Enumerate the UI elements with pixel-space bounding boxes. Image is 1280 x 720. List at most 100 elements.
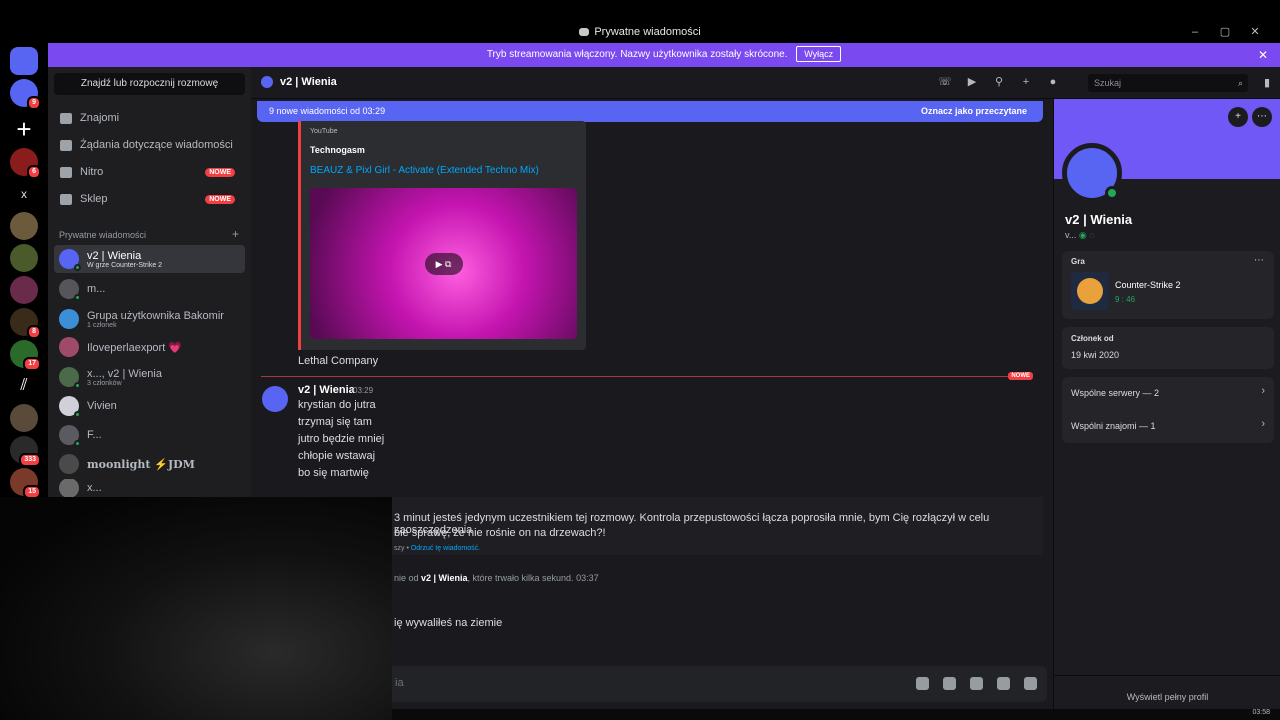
more-icon[interactable]: ⋯ xyxy=(1252,107,1272,127)
system-message-meta: szy • Odrzuć tę wiadomość. xyxy=(394,545,481,552)
profile-toggle-icon[interactable]: ● xyxy=(1046,76,1060,89)
server-icon[interactable]: ⫽ xyxy=(10,372,38,400)
close-banner-button[interactable]: ✕ xyxy=(1258,43,1268,67)
avatar[interactable] xyxy=(262,386,288,412)
home-button[interactable] xyxy=(10,47,38,75)
find-conversation-input[interactable]: Znajdź lub rozpocznij rozmowę xyxy=(54,73,245,95)
profile-name: v2 | Wienia xyxy=(1065,212,1133,227)
member-since-label: Członek od xyxy=(1071,334,1114,343)
video-thumbnail[interactable]: ▶ ⧉ xyxy=(310,188,577,339)
emoji-icon[interactable] xyxy=(997,677,1010,690)
nav-nitro[interactable]: Nitro NOWE xyxy=(54,160,245,184)
view-full-profile-button[interactable]: Wyświetl pełny profil xyxy=(1054,692,1280,702)
message-text: bo się martwię xyxy=(298,467,369,479)
nitro-icon xyxy=(60,166,72,178)
add-friend-icon[interactable]: + xyxy=(1228,107,1248,127)
dm-item[interactable]: Grupa użytkownika Bakomir 1 członek xyxy=(54,305,245,333)
minimize-button[interactable]: – xyxy=(1180,22,1210,42)
dm-item[interactable]: m... xyxy=(54,275,245,303)
channel-header: v2 | Wienia ☏ ▶ ⚲ + ● Szukaj ⌕ ▮ xyxy=(251,67,1280,99)
badge-icon: ◉ ◌ xyxy=(1078,230,1095,240)
message-author[interactable]: v2 | Wienia xyxy=(298,384,355,396)
add-server-icon[interactable]: + xyxy=(10,115,38,143)
window-titlebar: Prywatne wiadomości – ▢ ✕ xyxy=(0,22,1280,42)
shop-icon xyxy=(60,193,72,205)
server-icon[interactable] xyxy=(10,276,38,304)
phone-icon[interactable]: ☏ xyxy=(938,76,952,89)
server-icon[interactable] xyxy=(10,244,38,272)
avatar xyxy=(59,249,81,271)
unread-badge: 333 xyxy=(19,453,41,467)
disable-streamer-mode-button[interactable]: Wyłącz xyxy=(796,46,842,62)
unread-badge: 9 xyxy=(27,96,41,110)
member-since-date: 19 kwi 2020 xyxy=(1071,350,1120,360)
dm-item[interactable]: Vivien xyxy=(54,392,245,420)
nav-message-requests[interactable]: Żądania dotyczące wiadomości xyxy=(54,133,245,157)
dismiss-message-link[interactable]: Odrzuć tę wiadomość. xyxy=(411,545,480,552)
dm-item[interactable]: Iloveperlaexport 💗 xyxy=(54,333,245,361)
dm-section-label: Prywatne wiadomości xyxy=(59,230,147,240)
os-taskbar: 03:58 xyxy=(392,709,1280,720)
avatar xyxy=(59,367,81,389)
server-icon[interactable]: 9 xyxy=(10,79,41,110)
new-badge: NOWE xyxy=(205,167,235,177)
avatar xyxy=(59,309,79,329)
member-since-card: Członek od 19 kwi 2020 xyxy=(1062,327,1274,369)
activity-icon[interactable] xyxy=(1024,677,1037,690)
profile-avatar[interactable] xyxy=(1062,143,1122,203)
dm-item[interactable]: v2 | Wienia W grze Counter-Strike 2 xyxy=(54,245,245,273)
more-icon[interactable]: ⋯ xyxy=(1254,255,1264,266)
inbox-icon[interactable]: ▮ xyxy=(1264,76,1270,89)
unread-badge: 8 xyxy=(27,325,41,339)
server-icon[interactable]: x xyxy=(10,180,38,208)
chevron-right-icon: › xyxy=(1261,385,1265,397)
sticker-icon[interactable] xyxy=(970,677,983,690)
friends-icon xyxy=(60,112,72,124)
new-messages-text: 9 nowe wiadomości od 03:29 xyxy=(269,106,386,116)
server-icon[interactable]: 15 xyxy=(10,468,41,499)
pin-icon[interactable]: ⚲ xyxy=(992,76,1006,89)
close-window-button[interactable]: ✕ xyxy=(1240,22,1270,42)
embed-author[interactable]: Technogasm xyxy=(310,145,365,155)
streamer-mode-banner: Tryb streamowania włączony. Nazwy użytko… xyxy=(48,43,1280,67)
gift-icon[interactable] xyxy=(916,677,929,690)
new-messages-divider: NOWE xyxy=(261,372,1033,380)
maximize-button[interactable]: ▢ xyxy=(1210,22,1240,42)
server-icon[interactable]: 8 xyxy=(10,308,41,339)
new-badge: NOWE xyxy=(1008,372,1033,380)
call-event: nie od v2 | Wienia, które trwało kilka s… xyxy=(394,573,599,583)
dm-item[interactable]: moonlight ⚡JDM xyxy=(54,450,245,478)
discord-icon xyxy=(579,28,590,36)
server-icon[interactable] xyxy=(10,404,38,432)
server-icon[interactable]: 17 xyxy=(10,340,41,371)
embed-title-link[interactable]: BEAUZ & Pixl Girl - Activate (Extended T… xyxy=(310,165,539,176)
nav-shop[interactable]: Sklep NOWE xyxy=(54,187,245,211)
mutual-friends-row[interactable]: Wspólni znajomi — 1 xyxy=(1071,421,1156,431)
dm-item[interactable]: F... xyxy=(54,421,245,449)
nav-friends[interactable]: Znajomi xyxy=(54,106,245,130)
avatar xyxy=(59,454,79,474)
server-icon[interactable]: 333 xyxy=(10,436,41,467)
dm-item[interactable]: x... xyxy=(54,479,245,497)
envelope-icon xyxy=(60,139,72,151)
webcam-overlay xyxy=(0,497,392,720)
mark-as-read-button[interactable]: Oznacz jako przeczytane xyxy=(921,101,1027,122)
dm-item[interactable]: x..., v2 | Wienia 3 członków xyxy=(54,363,245,391)
activity-card: Gra ⋯ Counter-Strike 2 9 : 46 xyxy=(1062,251,1274,319)
add-friend-icon[interactable]: + xyxy=(1019,76,1033,89)
play-icon[interactable]: ▶ ⧉ xyxy=(424,252,463,275)
message-text: ię wywaliłeś na ziemie xyxy=(394,617,503,629)
search-input[interactable]: Szukaj ⌕ xyxy=(1088,74,1248,92)
server-icon[interactable] xyxy=(10,212,38,240)
header-actions: ☏ ▶ ⚲ + ● xyxy=(938,76,1060,89)
gif-icon[interactable] xyxy=(943,677,956,690)
message-text: krystian do jutra xyxy=(298,399,376,411)
new-messages-bar[interactable]: 9 nowe wiadomości od 03:29 Oznacz jako p… xyxy=(257,101,1043,122)
window-title: Prywatne wiadomości xyxy=(0,22,1280,42)
mutual-servers-row[interactable]: Wspólne serwery — 2 xyxy=(1071,388,1159,398)
mutuals-card: Wspólne serwery — 2 › Wspólni znajomi — … xyxy=(1062,377,1274,443)
game-time: 9 : 46 xyxy=(1115,295,1136,304)
video-icon[interactable]: ▶ xyxy=(965,76,979,89)
create-dm-button[interactable]: + xyxy=(232,227,239,241)
server-icon[interactable]: 6 xyxy=(10,148,41,179)
